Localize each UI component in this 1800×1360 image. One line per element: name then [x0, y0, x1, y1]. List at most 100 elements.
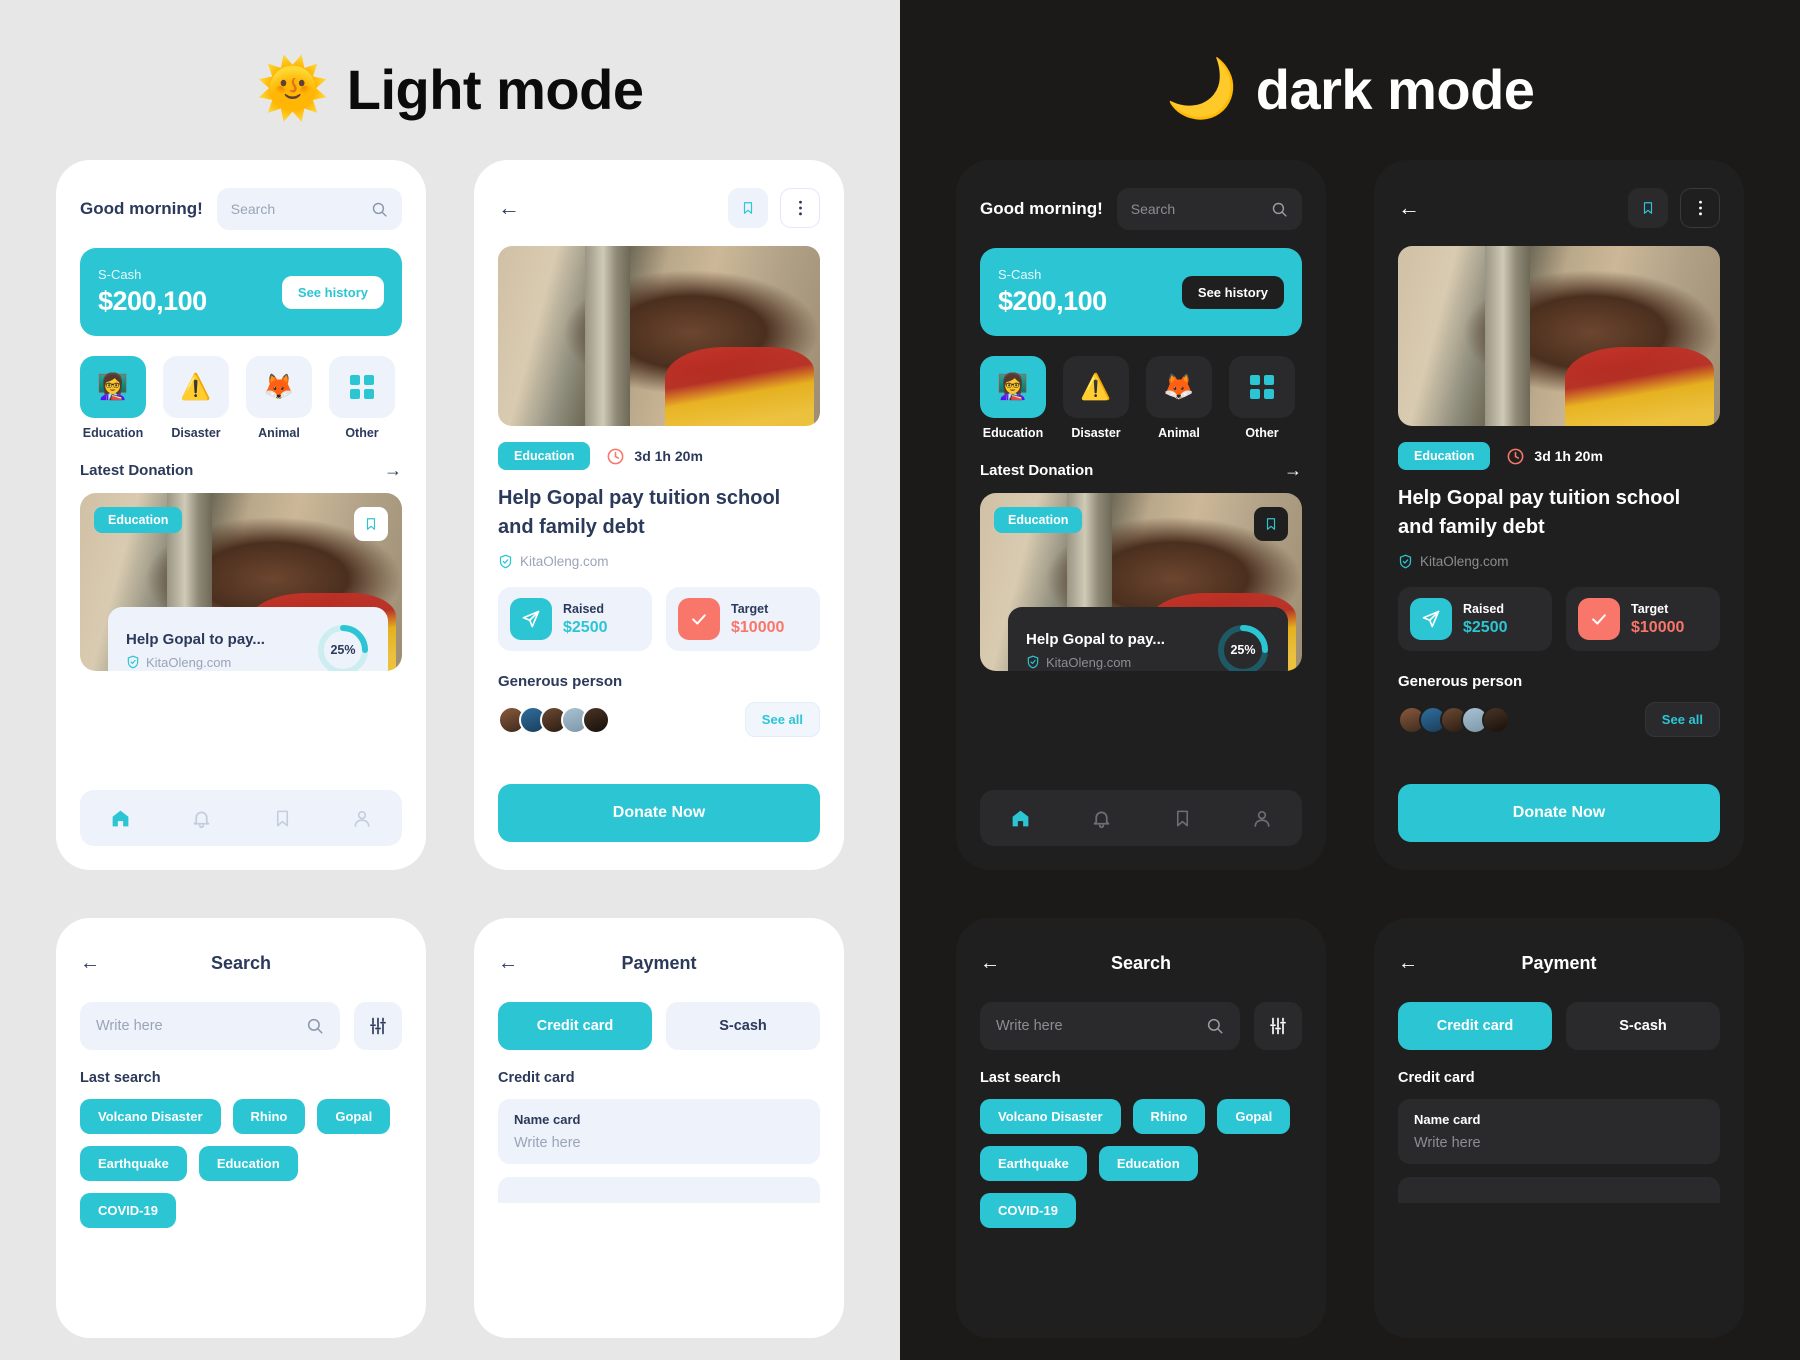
detail-screen-dark: ← Education 3d 1h 20m Help Gopal pay tui… — [1374, 160, 1744, 870]
person-icon[interactable] — [1252, 808, 1272, 829]
tab-credit-card[interactable]: Credit card — [1398, 1002, 1552, 1050]
arrow-right-icon[interactable]: → — [1284, 460, 1302, 481]
search-tag[interactable]: Gopal — [1217, 1099, 1291, 1134]
search-placeholder: Write here — [996, 1018, 1063, 1034]
see-history-button[interactable]: See history — [281, 275, 384, 309]
payment-navbar: ← Payment — [1398, 946, 1720, 980]
home-icon[interactable] — [110, 808, 131, 829]
search-tag[interactable]: COVID-19 — [980, 1193, 1076, 1228]
avatar-group — [498, 705, 610, 734]
search-tag[interactable]: Education — [198, 1146, 298, 1181]
search-tag[interactable]: Rhino — [232, 1099, 306, 1134]
detail-topbar: ← — [498, 188, 820, 228]
category-disaster[interactable]: ⚠️ Disaster — [163, 356, 229, 440]
donation-card[interactable]: Education Help Gopal to pay... KitaOleng… — [980, 493, 1302, 671]
category-other[interactable]: Other — [329, 356, 395, 440]
payment-screen-dark: ← Payment Credit card S-cash Credit card… — [1374, 918, 1744, 1338]
search-tag[interactable]: Earthquake — [980, 1146, 1087, 1181]
search-input[interactable]: Write here — [980, 1002, 1240, 1050]
bookmark-icon[interactable] — [1254, 507, 1288, 541]
arrow-left-icon[interactable]: ← — [1398, 195, 1420, 221]
see-all-button[interactable]: See all — [744, 702, 820, 737]
progress-ring: 25% — [316, 623, 370, 671]
stat-text: Target $10000 — [1631, 602, 1684, 637]
bookmark-icon[interactable] — [273, 808, 292, 829]
category-label: Education — [982, 426, 1044, 440]
donation-card[interactable]: Education Help Gopal to pay... KitaOleng… — [80, 493, 402, 671]
search-tag[interactable]: Gopal — [317, 1099, 391, 1134]
home-screen-dark: Good morning! Search S-Cash $200,100 See… — [956, 160, 1326, 870]
arrow-right-icon[interactable]: → — [384, 460, 402, 481]
category-disaster[interactable]: ⚠️ Disaster — [1063, 356, 1129, 440]
category-label: Other — [345, 426, 379, 440]
donation-card-info: Help Gopal to pay... KitaOleng.com 25% — [108, 607, 388, 671]
person-icon[interactable] — [352, 808, 372, 829]
category-label: Disaster — [171, 426, 221, 440]
field-placeholder: Write here — [514, 1135, 581, 1151]
search-tag[interactable]: Education — [1098, 1146, 1198, 1181]
filter-sliders-icon[interactable] — [1254, 1002, 1302, 1050]
name-card-field[interactable]: Name card Write here — [1398, 1099, 1720, 1164]
category-education[interactable]: 👩‍🏫 Education — [980, 356, 1046, 440]
bell-icon[interactable] — [1091, 808, 1112, 829]
tab-s-cash[interactable]: S-cash — [1566, 1002, 1720, 1050]
next-field-partial[interactable] — [498, 1177, 820, 1203]
detail-meta: Education 3d 1h 20m — [1398, 442, 1720, 470]
bookmark-icon[interactable] — [1628, 188, 1668, 228]
arrow-left-icon[interactable]: ← — [498, 952, 518, 975]
category-label: Education — [82, 426, 144, 440]
tab-s-cash[interactable]: S-cash — [666, 1002, 820, 1050]
more-vertical-icon[interactable] — [780, 188, 820, 228]
stat-text: Raised $2500 — [563, 602, 608, 637]
arrow-left-icon[interactable]: ← — [80, 952, 100, 975]
search-tag[interactable]: COVID-19 — [80, 1193, 176, 1228]
category-other[interactable]: Other — [1229, 356, 1295, 440]
detail-hero-image — [1398, 246, 1720, 426]
more-vertical-icon[interactable] — [1680, 188, 1720, 228]
search-navbar: ← Search — [80, 946, 402, 980]
teacher-icon: 👩‍🏫 — [80, 356, 146, 418]
category-education[interactable]: 👩‍🏫 Education — [80, 356, 146, 440]
stat-value: $10000 — [731, 618, 785, 636]
bell-icon[interactable] — [191, 808, 212, 829]
arrow-left-icon[interactable]: ← — [1398, 952, 1418, 975]
search-input[interactable]: Write here — [80, 1002, 340, 1050]
search-tag[interactable]: Volcano Disaster — [980, 1099, 1121, 1134]
stat-raised: Raised $2500 — [1398, 587, 1552, 651]
donate-now-button[interactable]: Donate Now — [1398, 784, 1720, 842]
search-input[interactable]: Search — [1116, 188, 1302, 230]
donate-now-button[interactable]: Donate Now — [498, 784, 820, 842]
search-tag[interactable]: Earthquake — [80, 1146, 187, 1181]
bookmark-icon[interactable] — [1173, 808, 1192, 829]
home-icon[interactable] — [1010, 808, 1031, 829]
time-remaining: 3d 1h 20m — [606, 447, 703, 466]
next-field-partial[interactable] — [1398, 1177, 1720, 1203]
avatar-group — [1398, 705, 1510, 734]
bookmark-icon[interactable] — [728, 188, 768, 228]
light-mode-panel: 🌞 Light mode Good morning! Search S-Cash… — [0, 0, 900, 1360]
see-history-button[interactable]: See history — [1181, 275, 1284, 309]
category-label: Disaster — [1071, 426, 1121, 440]
filter-sliders-icon[interactable] — [354, 1002, 402, 1050]
search-input[interactable]: Search — [216, 188, 402, 230]
search-icon — [1271, 201, 1288, 218]
s-cash-info: S-Cash $200,100 — [98, 267, 207, 317]
home-topbar: Good morning! Search — [980, 188, 1302, 230]
category-list: 👩‍🏫 Education ⚠️ Disaster 🦊 Animal Other — [980, 356, 1302, 440]
stat-text: Raised $2500 — [1463, 602, 1508, 637]
search-tag[interactable]: Volcano Disaster — [80, 1099, 221, 1134]
search-tag[interactable]: Rhino — [1132, 1099, 1206, 1134]
arrow-left-icon[interactable]: ← — [498, 195, 520, 221]
light-mode-heading: 🌞 Light mode — [0, 0, 900, 160]
see-all-button[interactable]: See all — [1644, 702, 1720, 737]
category-animal[interactable]: 🦊 Animal — [246, 356, 312, 440]
clock-icon — [606, 447, 625, 466]
arrow-left-icon[interactable]: ← — [980, 952, 1000, 975]
source-label: KitaOleng.com — [1046, 654, 1132, 670]
sun-icon: 🌞 — [256, 56, 329, 121]
bookmark-icon[interactable] — [354, 507, 388, 541]
category-animal[interactable]: 🦊 Animal — [1146, 356, 1212, 440]
name-card-field[interactable]: Name card Write here — [498, 1099, 820, 1164]
tab-credit-card[interactable]: Credit card — [498, 1002, 652, 1050]
generous-person-title: Generous person — [1398, 673, 1523, 690]
